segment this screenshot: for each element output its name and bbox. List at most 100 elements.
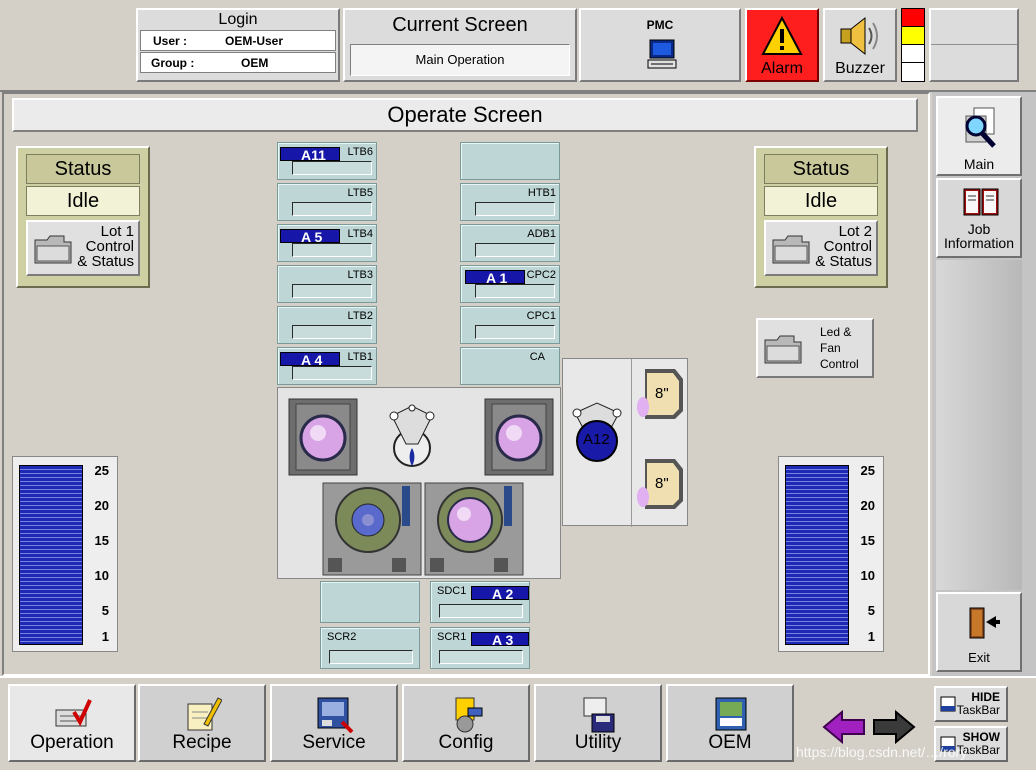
wafer-tag: A 1: [465, 270, 525, 285]
station-slot: [475, 325, 555, 339]
station-left-2[interactable]: LTB4 A 5: [277, 224, 377, 262]
lot2-control-button[interactable]: Lot 2 Control & Status: [764, 220, 878, 276]
station-left-1[interactable]: LTB5: [277, 183, 377, 221]
gauge-tick-label: 10: [860, 568, 875, 583]
station-label: LTB6: [347, 146, 373, 158]
chamber-icon: [484, 398, 554, 476]
signal-yellow-light: [902, 27, 924, 44]
pmc-button[interactable]: PMC: [579, 8, 741, 82]
signal-blue-light: [902, 63, 924, 81]
robot-arm-icon: [389, 404, 435, 467]
station-slot: [292, 202, 372, 216]
wafer-tag: A 5: [280, 229, 340, 244]
left-wafer-gauge: 25 20 15 10 5 1: [12, 456, 118, 652]
nav-label: Utility: [574, 732, 622, 753]
station-right-0[interactable]: [460, 142, 560, 180]
nav-oem-button[interactable]: OEM: [666, 684, 794, 762]
folder-icon: [764, 335, 802, 364]
left-status-heading: Status: [26, 154, 140, 184]
wafer-tag: A 3: [471, 632, 529, 647]
station-right-5[interactable]: CA: [460, 347, 560, 385]
hide-taskbar-label: TaskBar: [956, 703, 1000, 717]
gauge-tick-label: 1: [101, 629, 109, 644]
oem-book-icon: [715, 697, 747, 731]
user-row: User : OEM-User: [140, 30, 336, 51]
forward-arrow-button[interactable]: [872, 709, 916, 745]
station-label: CPC1: [526, 310, 556, 322]
station-slot: [292, 161, 372, 175]
gauge-tick-label: 25: [94, 463, 109, 478]
folder-icon: [772, 235, 810, 264]
station-right-2[interactable]: ADB1: [460, 224, 560, 262]
station-left-3[interactable]: LTB3: [277, 265, 377, 303]
right-wafer-gauge: 25 20 15 10 5 1: [778, 456, 884, 652]
nav-service-button[interactable]: Service: [270, 684, 398, 762]
utility-disk-icon: [583, 697, 615, 733]
station-slot: [475, 202, 555, 216]
led-fan-control-button[interactable]: Led & Fan Control: [756, 318, 874, 378]
station-lower-2[interactable]: SCR2: [320, 627, 420, 669]
station-left-0[interactable]: LTB6 A11: [277, 142, 377, 180]
station-right-1[interactable]: HTB1: [460, 183, 560, 221]
wafer-tag: A 2: [471, 586, 529, 601]
user-label: User :: [153, 33, 188, 48]
left-status-value: Idle: [26, 186, 140, 216]
nav-label: Recipe: [172, 732, 232, 753]
station-lower-3[interactable]: SCR1 A 3: [430, 627, 530, 669]
speaker-icon: [840, 16, 878, 56]
led-fan-line3: Control: [820, 357, 859, 371]
gauge-tick-label: 20: [860, 498, 875, 513]
wafer-tag: A 4: [280, 352, 340, 367]
buzzer-label: Buzzer: [835, 60, 885, 77]
station-label: LTB5: [347, 187, 373, 199]
spin-developer-icon: [424, 482, 524, 576]
nav-label: Service: [302, 732, 366, 753]
process-module-block: [277, 387, 561, 579]
job-information-button[interactable]: Job Information: [936, 178, 1022, 258]
station-slot: [475, 243, 555, 257]
left-arrow-icon: [822, 709, 865, 745]
station-lower-1[interactable]: SDC1 A 2: [430, 581, 530, 623]
gauge-tick-label: 25: [860, 463, 875, 478]
lot1-control-button[interactable]: Lot 1 Control & Status: [26, 220, 140, 276]
station-label: LTB3: [347, 269, 373, 281]
pmc-label: PMC: [646, 18, 674, 32]
group-label: Group :: [151, 55, 195, 70]
station-lower-0[interactable]: [320, 581, 420, 623]
hide-taskbar-button[interactable]: HIDE TaskBar: [934, 686, 1008, 722]
main-nav-label: Main: [963, 156, 995, 172]
exit-button[interactable]: Exit: [936, 592, 1022, 672]
wafer-tag: A11: [280, 147, 340, 162]
station-label: ADB1: [527, 228, 556, 240]
nav-operation-button[interactable]: Operation: [8, 684, 136, 762]
alarm-button[interactable]: Alarm: [745, 8, 819, 82]
warning-icon: [761, 16, 803, 55]
main-nav-button[interactable]: Main: [936, 96, 1022, 176]
nav-label: Operation: [30, 732, 114, 753]
gauge-tick-label: 20: [94, 498, 109, 513]
gauge-tick-label: 5: [867, 603, 875, 618]
station-left-5[interactable]: LTB1 A 4: [277, 347, 377, 385]
led-fan-line2: Fan: [820, 341, 841, 355]
gauge-tick-label: 15: [94, 533, 109, 548]
alarm-label: Alarm: [761, 60, 803, 77]
nav-recipe-button[interactable]: Recipe: [138, 684, 266, 762]
buzzer-button[interactable]: Buzzer: [823, 8, 897, 82]
right-sidebar: Main Job Information Exit: [932, 92, 1036, 676]
station-slot: [475, 284, 555, 298]
station-left-4[interactable]: LTB2: [277, 306, 377, 344]
station-slot: [292, 325, 372, 339]
load-port2-size: 8": [655, 475, 669, 492]
station-label: LTB2: [347, 310, 373, 322]
station-right-3[interactable]: CPC2 A 1: [460, 265, 560, 303]
back-arrow-button[interactable]: [822, 709, 866, 745]
nav-config-button[interactable]: Config: [402, 684, 530, 762]
recipe-pencil-icon: [187, 697, 222, 731]
gauge-tick-label: 15: [860, 533, 875, 548]
config-tools-icon: [455, 697, 483, 733]
current-screen-panel: Current Screen Main Operation: [343, 8, 577, 82]
station-right-4[interactable]: CPC1: [460, 306, 560, 344]
station-label: CPC2: [526, 269, 556, 281]
gauge-tick-label: 1: [867, 629, 875, 644]
nav-utility-button[interactable]: Utility: [534, 684, 662, 762]
